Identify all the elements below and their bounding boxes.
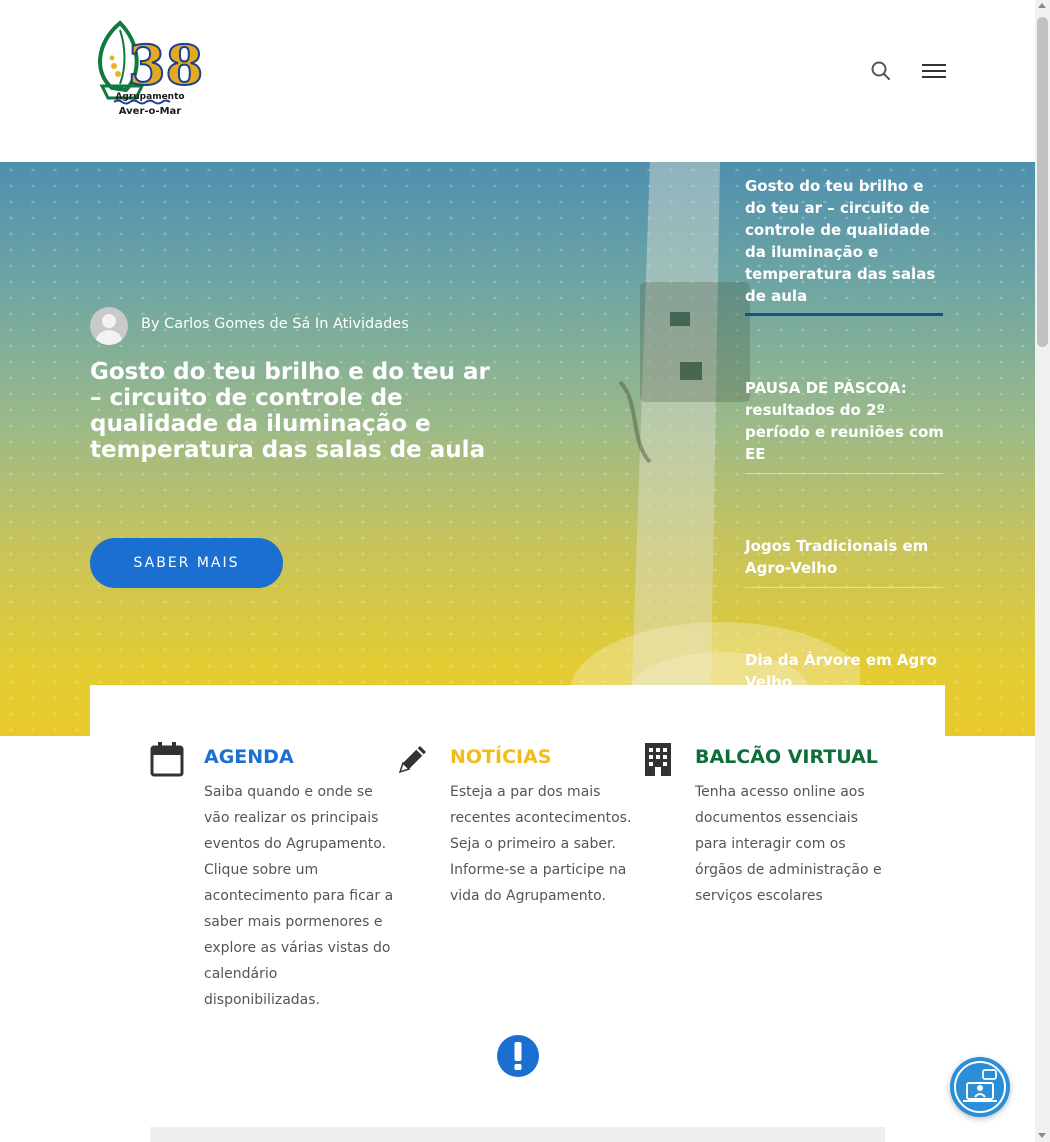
scroll-up-arrow-icon[interactable] (1038, 3, 1046, 8)
exclamation-icon (497, 1035, 539, 1077)
divider (745, 473, 943, 474)
scrollbar-thumb[interactable] (1037, 17, 1048, 347)
divider (745, 587, 943, 588)
avatar-head-icon (102, 314, 116, 328)
hamburger-line-icon (922, 64, 946, 66)
logo-caption-top: Agrupamento (115, 92, 185, 102)
online-support-icon (954, 1061, 1006, 1113)
hamburger-line-icon (922, 76, 946, 78)
active-indicator (745, 313, 943, 316)
chat-widget-button[interactable] (950, 1057, 1010, 1117)
slider-post-title: PAUSA DE PÁSCOA: resultados do 2º períod… (745, 379, 944, 463)
hero-title[interactable]: Gosto do teu brilho e do teu ar – circui… (90, 359, 490, 463)
building-icon (640, 741, 676, 777)
feature-title-agenda[interactable]: AGENDA (204, 746, 294, 768)
svg-text:38: 38 (128, 33, 203, 97)
slider-post-title: Gosto do teu brilho e do teu ar – circui… (745, 177, 936, 305)
post-author-meta[interactable]: By Carlos Gomes de Sá In Atividades (141, 316, 409, 332)
feature-text-agenda: Saiba quando e onde se vão realizar os p… (204, 784, 394, 1008)
search-button[interactable] (868, 58, 894, 84)
menu-button[interactable] (920, 60, 948, 82)
slider-post-title: Jogos Tradicionais em Agro-Velho (745, 537, 929, 577)
site-header: 38 Agrupamento Aver-o-Mar (0, 0, 1035, 162)
feature-text-noticias: Esteja a par dos mais recentes acontecim… (450, 784, 632, 904)
next-section-strip (150, 1127, 885, 1142)
scroll-down-arrow-icon[interactable] (1038, 1133, 1046, 1138)
feature-title-balcao-virtual[interactable]: BALCÃO VIRTUAL (695, 746, 878, 768)
hero-slider: By Carlos Gomes de Sá In Atividades Gost… (0, 162, 1035, 736)
feature-title-noticias[interactable]: NOTÍCIAS (450, 746, 552, 768)
hamburger-line-icon (922, 70, 946, 72)
saber-mais-button[interactable]: SABER MAIS (90, 538, 283, 588)
slider-post-item[interactable]: Jogos Tradicionais em Agro-Velho (745, 535, 945, 588)
author-avatar[interactable] (90, 307, 128, 345)
slider-post-item[interactable]: Gosto do teu brilho e do teu ar – circui… (745, 175, 945, 316)
avatar-body-icon (96, 330, 122, 345)
school-logo[interactable]: 38 Agrupamento Aver-o-Mar (92, 18, 208, 122)
search-icon (871, 61, 890, 80)
logo-caption-bottom: Aver-o-Mar (118, 106, 182, 117)
slider-post-item[interactable]: PAUSA DE PÁSCOA: resultados do 2º períod… (745, 377, 945, 474)
pencil-icon (395, 741, 431, 777)
calendar-icon (149, 741, 185, 777)
feature-text-balcao-virtual: Tenha acesso online aos documentos essen… (695, 784, 882, 904)
